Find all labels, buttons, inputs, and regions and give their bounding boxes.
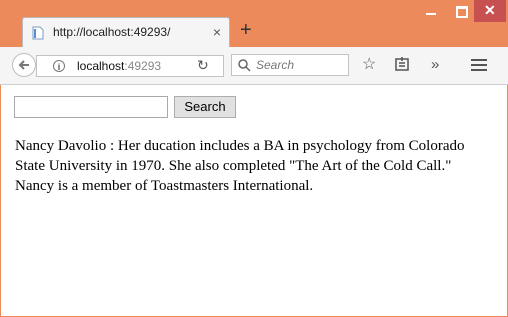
close-window-button[interactable]: ✕ (474, 0, 506, 22)
close-icon: ✕ (484, 2, 496, 18)
search-button[interactable]: Search (174, 96, 236, 118)
back-button[interactable] (12, 53, 36, 77)
tab-title: http://localhost:49293/ (53, 25, 171, 39)
tab-close-icon[interactable]: × (213, 24, 221, 40)
address-bar[interactable]: i localhost:49293 (36, 55, 224, 77)
url-text: localhost:49293 (77, 59, 161, 73)
reload-icon[interactable]: ↻ (197, 57, 209, 74)
new-tab-button[interactable]: + (240, 19, 252, 41)
url-host: localhost (77, 59, 125, 73)
page-content: Search Nancy Davolio : Her ducation incl… (1, 85, 507, 316)
minimize-button[interactable] (416, 0, 446, 22)
result-text: Nancy Davolio : Her ducation includes a … (15, 138, 465, 194)
browser-window: http://localhost:49293/ × + ✕ i localhos… (0, 0, 508, 317)
reading-list-icon[interactable] (395, 57, 409, 75)
menu-icon[interactable] (471, 59, 487, 74)
title-bar: http://localhost:49293/ × + ✕ (0, 0, 508, 48)
overflow-chevron-icon[interactable]: » (431, 57, 439, 73)
navigation-toolbar: i localhost:49293 ↻ Search ☆ » (0, 47, 508, 85)
url-port: :49293 (124, 59, 162, 73)
search-icon (238, 59, 251, 77)
search-input[interactable] (14, 96, 168, 118)
browser-search-box[interactable]: Search (231, 54, 349, 76)
site-info-icon[interactable]: i (53, 60, 65, 72)
browser-tab[interactable]: http://localhost:49293/ × (22, 17, 230, 47)
back-arrow-icon (18, 60, 29, 70)
maximize-button[interactable] (446, 0, 476, 22)
search-placeholder: Search (256, 58, 295, 72)
bookmark-star-icon[interactable]: ☆ (362, 57, 376, 73)
page-favicon-icon (32, 26, 44, 40)
